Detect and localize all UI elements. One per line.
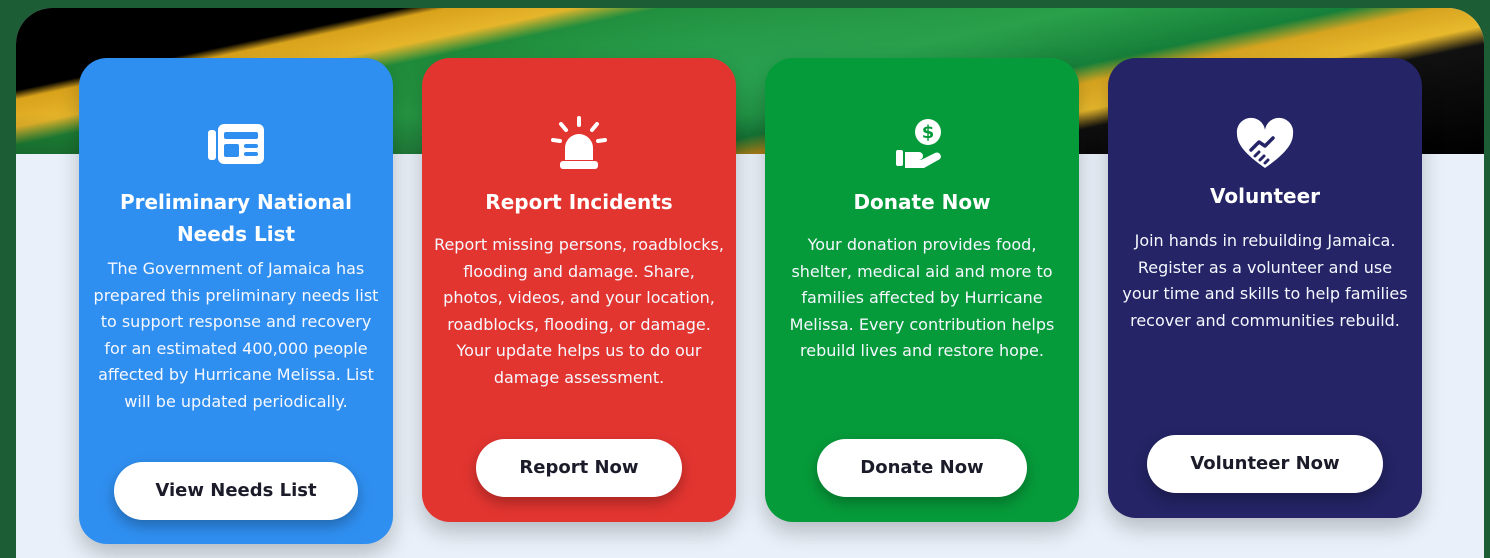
svg-text:$: $ [922, 122, 935, 143]
card-report-incidents: Report Incidents Report missing persons,… [422, 58, 736, 522]
card-needs-list: Preliminary National Needs List The Gove… [79, 58, 393, 544]
report-now-button[interactable]: Report Now [476, 439, 682, 497]
card-donate: $ Donate Now Your donation provides food… [765, 58, 1079, 522]
page-frame: Preliminary National Needs List The Gove… [16, 8, 1484, 558]
card-title: Preliminary National Needs List [119, 190, 353, 246]
card-title: Donate Now [853, 190, 991, 214]
siren-icon [551, 116, 607, 169]
card-description: Join hands in rebuilding Jamaica. Regist… [1122, 231, 1408, 330]
heart-handshake-icon [1236, 117, 1294, 168]
volunteer-now-button[interactable]: Volunteer Now [1147, 435, 1383, 493]
card-volunteer: Volunteer Join hands in rebuilding Jamai… [1108, 58, 1422, 518]
card-description: The Government of Jamaica has prepared t… [93, 259, 379, 411]
donate-now-button[interactable]: Donate Now [817, 439, 1027, 497]
card-title: Volunteer [1209, 184, 1320, 208]
view-needs-list-button[interactable]: View Needs List [114, 462, 358, 520]
hand-dollar-icon: $ [896, 119, 941, 168]
card-description: Report missing persons, roadblocks, floo… [434, 235, 724, 387]
newspaper-icon [208, 124, 264, 164]
card-description: Your donation provides food, shelter, me… [789, 235, 1055, 360]
card-title: Report Incidents [485, 190, 673, 214]
